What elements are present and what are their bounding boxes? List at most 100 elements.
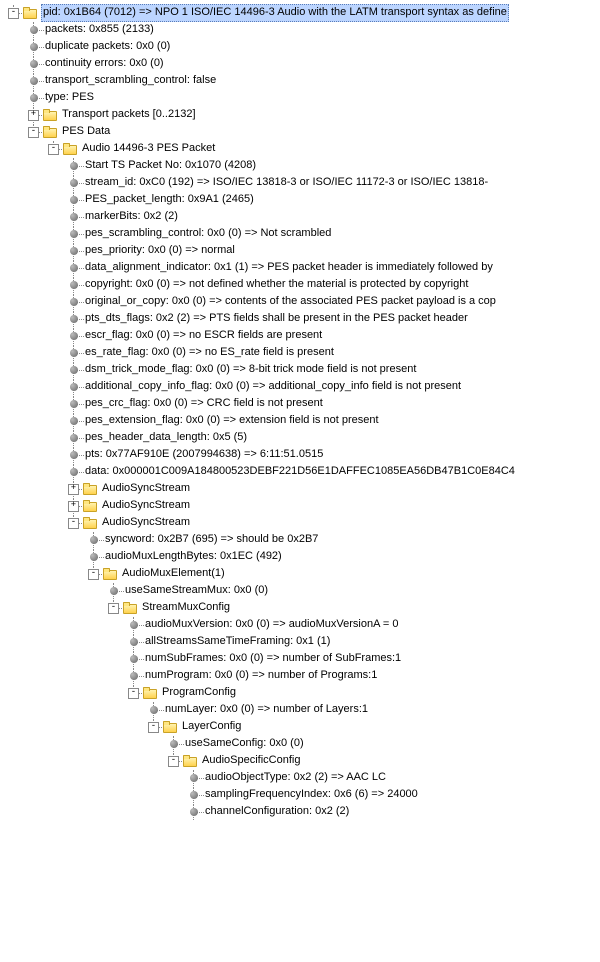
prop-original-or-copy: original_or_copy: 0x0 (0) => contents of… [4,294,600,310]
layer-config-node[interactable]: - LayerConfig [4,719,600,735]
property-icon [70,332,78,340]
prop-audio-mux-len: audioMuxLengthBytes: 0x1EC (492) [4,549,600,565]
prop-pes-scrambling-label: pes_scrambling_control: 0x0 (0) => Not s… [84,226,332,242]
prop-pts-label: pts: 0x77AF910E (2007994638) => 6:11:51.… [84,447,324,463]
property-icon [70,281,78,289]
property-icon [70,417,78,425]
collapse-icon[interactable]: - [28,127,39,138]
audio-specific-config-node-label[interactable]: AudioSpecificConfig [201,753,301,769]
prop-pes-extension: pes_extension_flag: 0x0 (0) => extension… [4,413,600,429]
prop-channel-config-label: channelConfiguration: 0x2 (2) [204,804,350,820]
prop-sampling-freq: samplingFrequencyIndex: 0x6 (6) => 24000 [4,787,600,803]
property-icon [70,468,78,476]
folder-icon [103,568,117,580]
prop-num-sub-frames: numSubFrames: 0x0 (0) => number of SubFr… [4,651,600,667]
folder-icon [83,500,97,512]
prop-escr-flag-label: escr_flag: 0x0 (0) => no ESCR fields are… [84,328,323,344]
property-icon [70,451,78,459]
property-icon [70,349,78,357]
property-icon [70,383,78,391]
property-icon [30,60,38,68]
property-icon [30,94,38,102]
audio-sync-stream-1[interactable]: + AudioSyncStream [4,481,600,497]
prop-marker-bits: markerBits: 0x2 (2) [4,209,600,225]
folder-icon [163,721,177,733]
collapse-icon[interactable]: - [48,144,59,155]
prop-dsm-trick: dsm_trick_mode_flag: 0x0 (0) => 8-bit tr… [4,362,600,378]
pes-packet-node[interactable]: - Audio 14496-3 PES Packet [4,141,600,157]
stream-mux-config-node-label[interactable]: StreamMuxConfig [141,600,231,616]
property-icon [130,638,138,646]
prop-pes-crc-label: pes_crc_flag: 0x0 (0) => CRC field is no… [84,396,324,412]
prop-use-same-stream-mux-label: useSameStreamMux: 0x0 (0) [124,583,269,599]
prop-pts-dts-flags: pts_dts_flags: 0x2 (2) => PTS fields sha… [4,311,600,327]
property-icon [110,587,118,595]
prop-packets-label: packets: 0x855 (2133) [44,22,155,38]
folder-icon [83,517,97,529]
expand-icon[interactable]: + [68,484,79,495]
collapse-icon[interactable]: - [168,756,179,767]
folder-icon [123,602,137,614]
pid-node[interactable]: - pid: 0x1B64 (7012) => NPO 1 ISO/IEC 144… [4,5,600,21]
prop-pes-packet-length-label: PES_packet_length: 0x9A1 (2465) [84,192,255,208]
stream-mux-config-node[interactable]: - StreamMuxConfig [4,600,600,616]
audio-mux-element-node-label[interactable]: AudioMuxElement(1) [121,566,226,582]
collapse-icon[interactable]: - [148,722,159,733]
audio-sync-stream-3[interactable]: - AudioSyncStream [4,515,600,531]
expand-icon[interactable]: + [68,501,79,512]
property-icon [90,536,98,544]
prop-num-layer-label: numLayer: 0x0 (0) => number of Layers:1 [164,702,369,718]
property-icon [190,808,198,816]
prop-use-same-config-label: useSameConfig: 0x0 (0) [184,736,305,752]
audio-mux-element-node[interactable]: - AudioMuxElement(1) [4,566,600,582]
property-icon [70,247,78,255]
prop-pes-scrambling: pes_scrambling_control: 0x0 (0) => Not s… [4,226,600,242]
audio-sync-stream-3-label[interactable]: AudioSyncStream [101,515,191,531]
pes-packet-node-label[interactable]: Audio 14496-3 PES Packet [81,141,216,157]
program-config-node-label[interactable]: ProgramConfig [161,685,237,701]
prop-duplicate-packets-label: duplicate packets: 0x0 (0) [44,39,171,55]
pes-data-node-label[interactable]: PES Data [61,124,111,140]
property-icon [130,672,138,680]
prop-es-rate-flag: es_rate_flag: 0x0 (0) => no ES_rate fiel… [4,345,600,361]
property-icon [170,740,178,748]
prop-audio-mux-version: audioMuxVersion: 0x0 (0) => audioMuxVers… [4,617,600,633]
prop-pts-dts-flags-label: pts_dts_flags: 0x2 (2) => PTS fields sha… [84,311,469,327]
layer-config-node-label[interactable]: LayerConfig [181,719,242,735]
prop-channel-config: channelConfiguration: 0x2 (2) [4,804,600,820]
property-icon [70,196,78,204]
collapse-icon[interactable]: - [68,518,79,529]
audio-sync-stream-2-label[interactable]: AudioSyncStream [101,498,191,514]
audio-sync-stream-1-label[interactable]: AudioSyncStream [101,481,191,497]
property-icon [70,162,78,170]
prop-pes-header-len: pes_header_data_length: 0x5 (5) [4,430,600,446]
property-icon [70,179,78,187]
property-icon [70,264,78,272]
property-icon [70,315,78,323]
pid-node-label[interactable]: pid: 0x1B64 (7012) => NPO 1 ISO/IEC 1449… [41,4,509,22]
folder-icon [63,143,77,155]
collapse-icon[interactable]: - [88,569,99,580]
prop-all-streams: allStreamsSameTimeFraming: 0x1 (1) [4,634,600,650]
property-icon [30,26,38,34]
collapse-icon[interactable]: - [128,688,139,699]
prop-num-program: numProgram: 0x0 (0) => number of Program… [4,668,600,684]
prop-num-program-label: numProgram: 0x0 (0) => number of Program… [144,668,378,684]
collapse-icon[interactable]: - [108,603,119,614]
prop-syncword-label: syncword: 0x2B7 (695) => should be 0x2B7 [104,532,319,548]
pes-data-node[interactable]: - PES Data [4,124,600,140]
prop-data: data: 0x000001C009A184800523DEBF221D56E1… [4,464,600,480]
property-icon [70,230,78,238]
audio-sync-stream-2[interactable]: + AudioSyncStream [4,498,600,514]
folder-icon [43,109,57,121]
audio-specific-config-node[interactable]: - AudioSpecificConfig [4,753,600,769]
program-config-node[interactable]: - ProgramConfig [4,685,600,701]
transport-packets-node[interactable]: + Transport packets [0..2132] [4,107,600,123]
transport-packets-node-label[interactable]: Transport packets [0..2132] [61,107,197,123]
prop-start-ts: Start TS Packet No: 0x1070 (4208) [4,158,600,174]
property-icon [130,621,138,629]
folder-icon [143,687,157,699]
collapse-icon[interactable]: - [8,8,19,19]
expand-icon[interactable]: + [28,110,39,121]
prop-stream-id-label: stream_id: 0xC0 (192) => ISO/IEC 13818-3… [84,175,489,191]
